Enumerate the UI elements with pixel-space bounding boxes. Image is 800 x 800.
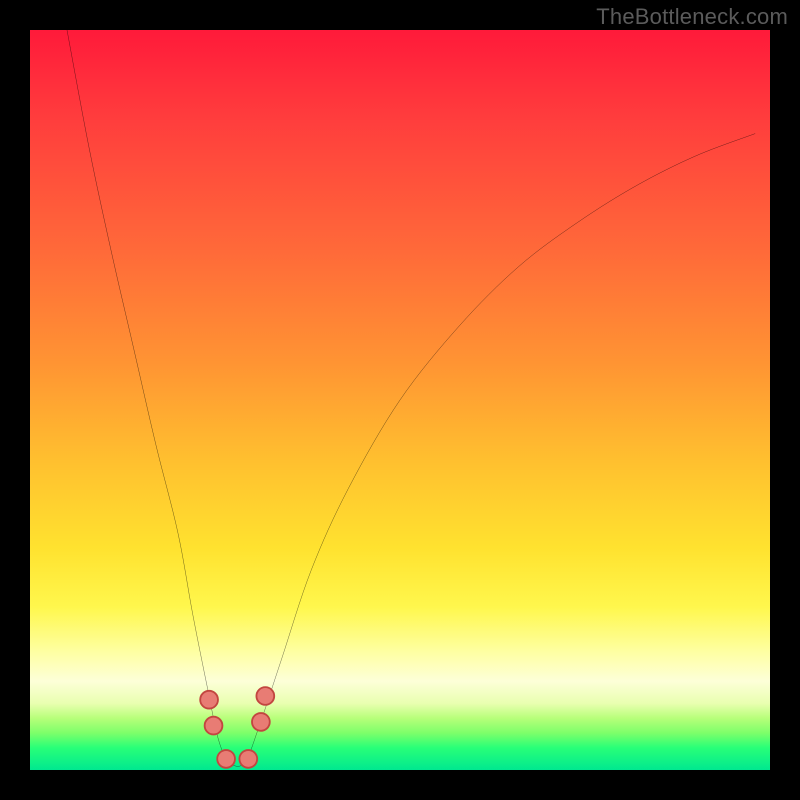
marker-floor-left [217, 750, 235, 768]
marker-right-valley-top [256, 687, 274, 705]
curve-layer [30, 30, 770, 770]
plot-area [30, 30, 770, 770]
marker-layer [200, 687, 274, 768]
watermark-text: TheBottleneck.com [596, 4, 788, 30]
chart-frame: TheBottleneck.com [0, 0, 800, 800]
marker-floor-right [239, 750, 257, 768]
marker-left-valley-bottom [205, 717, 223, 735]
marker-right-valley-bottom [252, 713, 270, 731]
bottleneck-curve [67, 30, 755, 766]
marker-left-valley-top [200, 691, 218, 709]
